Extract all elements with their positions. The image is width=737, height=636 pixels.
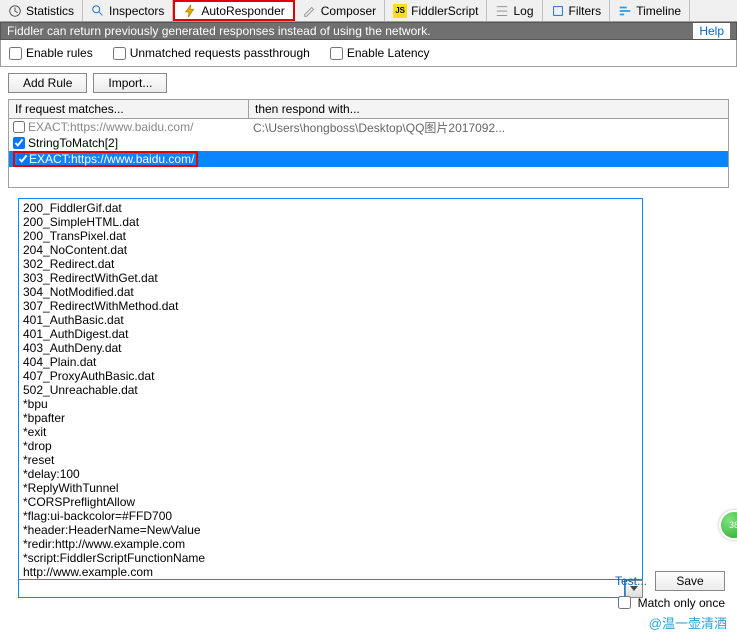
- dropdown-item[interactable]: 404_Plain.dat: [23, 355, 638, 369]
- tab-filters[interactable]: Filters: [543, 0, 611, 21]
- search-icon: [91, 4, 105, 18]
- tab-label: Filters: [569, 4, 602, 18]
- save-button[interactable]: Save: [655, 571, 725, 591]
- tab-log[interactable]: Log: [487, 0, 542, 21]
- rule-row[interactable]: StringToMatch[2]: [9, 135, 728, 151]
- add-rule-button[interactable]: Add Rule: [8, 73, 87, 93]
- tab-fiddlerscript[interactable]: JS FiddlerScript: [385, 0, 487, 21]
- test-link[interactable]: Test...: [615, 574, 647, 588]
- dropdown-item[interactable]: 204_NoContent.dat: [23, 243, 638, 257]
- dropdown-list-body[interactable]: 200_FiddlerGif.dat200_SimpleHTML.dat200_…: [18, 198, 643, 580]
- tab-strip: Statistics Inspectors AutoResponder Comp…: [0, 0, 737, 22]
- rule-checkbox[interactable]: [13, 137, 25, 149]
- dropdown-item[interactable]: 403_AuthDeny.dat: [23, 341, 638, 355]
- dropdown-item[interactable]: *CORSPreflightAllow: [23, 495, 638, 509]
- dropdown-item[interactable]: 502_Unreachable.dat: [23, 383, 638, 397]
- response-input[interactable]: [18, 580, 625, 598]
- rule-match: EXACT:https://www.baidu.com/: [28, 120, 193, 134]
- dropdown-item[interactable]: 200_SimpleHTML.dat: [23, 215, 638, 229]
- dropdown-item[interactable]: 303_RedirectWithGet.dat: [23, 271, 638, 285]
- tab-label: Log: [513, 4, 533, 18]
- rules-list: EXACT:https://www.baidu.com/ C:\Users\ho…: [8, 118, 729, 188]
- dropdown-item[interactable]: 407_ProxyAuthBasic.dat: [23, 369, 638, 383]
- column-respond: then respond with...: [249, 100, 728, 118]
- bolt-icon: [183, 4, 197, 18]
- response-dropdown-list: 200_FiddlerGif.dat200_SimpleHTML.dat200_…: [18, 198, 729, 580]
- tab-label: Inspectors: [109, 4, 164, 18]
- dropdown-item[interactable]: 401_AuthBasic.dat: [23, 313, 638, 327]
- tab-inspectors[interactable]: Inspectors: [83, 0, 173, 21]
- dropdown-item[interactable]: *flag:ui-backcolor=#FFD700: [23, 509, 638, 523]
- tab-statistics[interactable]: Statistics: [0, 0, 83, 21]
- dropdown-item[interactable]: 304_NotModified.dat: [23, 285, 638, 299]
- label: Unmatched requests passthrough: [130, 46, 310, 60]
- tab-label: AutoResponder: [201, 4, 284, 18]
- info-text: Fiddler can return previously generated …: [7, 24, 431, 38]
- list-icon: [495, 4, 509, 18]
- import-button[interactable]: Import...: [93, 73, 167, 93]
- square-icon: [551, 4, 565, 18]
- tab-autoresponder[interactable]: AutoResponder: [173, 0, 294, 21]
- info-bar: Fiddler can return previously generated …: [0, 22, 737, 40]
- dropdown-item[interactable]: *exit: [23, 425, 638, 439]
- dropdown-item[interactable]: *redir:http://www.example.com: [23, 537, 638, 551]
- dropdown-item[interactable]: 401_AuthDigest.dat: [23, 327, 638, 341]
- dropdown-item[interactable]: *delay:100: [23, 467, 638, 481]
- tab-label: Timeline: [636, 4, 681, 18]
- rule-respond: C:\Users\hongboss\Desktop\QQ图片2017092...: [249, 119, 728, 136]
- rule-match: EXACT:https://www.baidu.com/: [29, 152, 194, 166]
- rule-checkbox[interactable]: [17, 153, 29, 165]
- rule-match: StringToMatch[2]: [28, 136, 118, 150]
- rules-headers: If request matches... then respond with.…: [8, 99, 729, 118]
- bars-icon: [618, 4, 632, 18]
- dropdown-item[interactable]: *ReplyWithTunnel: [23, 481, 638, 495]
- unmatched-passthrough-checkbox[interactable]: Unmatched requests passthrough: [113, 46, 310, 60]
- dropdown-item[interactable]: *bpafter: [23, 411, 638, 425]
- buttons-row: Add Rule Import...: [0, 67, 737, 99]
- label: Match only once: [638, 596, 725, 610]
- response-input-row: [18, 580, 643, 598]
- label: Enable rules: [26, 46, 93, 60]
- clock-icon: [8, 4, 22, 18]
- dropdown-item[interactable]: 307_RedirectWithMethod.dat: [23, 299, 638, 313]
- enable-latency-checkbox[interactable]: Enable Latency: [330, 46, 430, 60]
- js-icon: JS: [393, 4, 407, 18]
- options-row: Enable rules Unmatched requests passthro…: [0, 40, 737, 67]
- tab-composer[interactable]: Composer: [295, 0, 385, 21]
- dropdown-item[interactable]: *script:FiddlerScriptFunctionName: [23, 551, 638, 565]
- rule-checkbox[interactable]: [13, 121, 25, 133]
- dropdown-item[interactable]: *reset: [23, 453, 638, 467]
- dropdown-item[interactable]: 200_FiddlerGif.dat: [23, 201, 638, 215]
- dropdown-item[interactable]: *bpu: [23, 397, 638, 411]
- dropdown-item[interactable]: *drop: [23, 439, 638, 453]
- label: Enable Latency: [347, 46, 430, 60]
- dropdown-item[interactable]: http://www.example.com: [23, 565, 638, 579]
- dropdown-item[interactable]: Create New Response...: [23, 579, 638, 580]
- match-only-once-checkbox[interactable]: Match only once: [614, 593, 725, 612]
- dropdown-item[interactable]: 302_Redirect.dat: [23, 257, 638, 271]
- rule-row[interactable]: EXACT:https://www.baidu.com/ C:\Users\ho…: [9, 119, 728, 135]
- rule-row-selected[interactable]: EXACT:https://www.baidu.com/: [9, 151, 728, 167]
- dropdown-item[interactable]: *header:HeaderName=NewValue: [23, 523, 638, 537]
- enable-rules-checkbox[interactable]: Enable rules: [9, 46, 93, 60]
- tab-label: Statistics: [26, 4, 74, 18]
- watermark: @温一壶清酒: [649, 613, 727, 632]
- help-link[interactable]: Help: [693, 23, 730, 39]
- tab-timeline[interactable]: Timeline: [610, 0, 690, 21]
- dropdown-item[interactable]: 200_TransPixel.dat: [23, 229, 638, 243]
- right-buttons: Test... Save: [615, 571, 725, 591]
- column-match: If request matches...: [9, 100, 249, 118]
- tab-label: Composer: [321, 4, 376, 18]
- pencil-icon: [303, 4, 317, 18]
- tab-label: FiddlerScript: [411, 4, 478, 18]
